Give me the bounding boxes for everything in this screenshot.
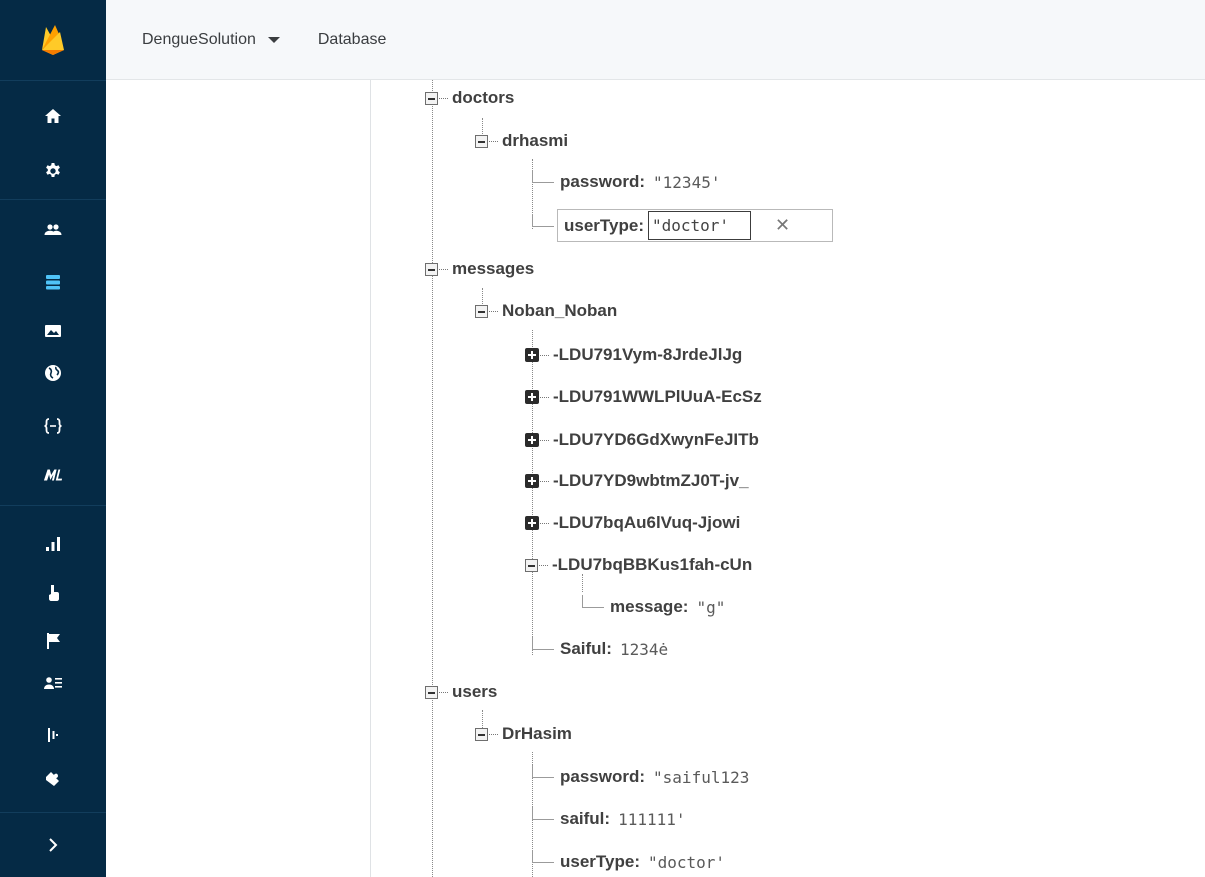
left-blank-pane [106, 80, 370, 877]
project-name: DengueSolution [142, 30, 256, 48]
close-icon[interactable]: ✕ [775, 215, 790, 236]
authentication-users-icon[interactable] [0, 213, 106, 247]
collapse-icon[interactable] [475, 727, 488, 741]
node-key: -LDU7bqBBKus1fah-cUn [552, 555, 753, 574]
section-title: Database [317, 30, 387, 48]
tree-connector [582, 594, 604, 608]
tree-leaf-message[interactable]: message: "g" [582, 594, 725, 620]
database-tree: doctors drhasmi password: "12345' userTy… [371, 80, 1205, 877]
expand-sidebar-chevron-icon[interactable] [0, 812, 106, 877]
tree-connector [532, 213, 560, 239]
node-key: -LDU791WWLPlUuA-EcSz [553, 387, 762, 406]
collapse-icon[interactable] [475, 134, 488, 148]
top-bar: DengueSolution Database [106, 0, 1205, 80]
tree-node-users[interactable]: users [425, 679, 497, 705]
tree-leaf-password[interactable]: password: "12345' [532, 169, 720, 195]
node-value: "saiful123 [653, 767, 750, 787]
tree-node-drhasim[interactable]: DrHasim [475, 721, 572, 747]
tree-connector [532, 764, 554, 778]
collapse-icon[interactable] [425, 262, 438, 276]
functions-braces-icon[interactable] [0, 409, 106, 443]
tree-connector [532, 636, 554, 650]
tree-node-message-item[interactable]: -LDU791Vym-8JrdeJlJg [525, 342, 742, 368]
node-key: -LDU791Vym-8JrdeJlJg [553, 345, 743, 364]
node-key: Saiful: [560, 639, 612, 658]
predictions-icon[interactable] [0, 576, 106, 610]
collapse-icon[interactable] [475, 304, 488, 318]
node-key: -LDU7YD6GdXwynFeJITb [553, 430, 759, 449]
tree-guide-line [582, 574, 583, 592]
node-value: "doctor' [648, 852, 726, 872]
tree-node-noban[interactable]: Noban_Noban [475, 298, 617, 324]
tree-node-message-item[interactable]: -LDU791WWLPlUuA-EcSz [525, 384, 762, 410]
expand-icon[interactable] [525, 433, 539, 447]
tree-leaf-usertype[interactable]: userType: "doctor' [532, 849, 725, 875]
home-icon[interactable] [0, 99, 106, 133]
storage-image-icon[interactable] [0, 314, 106, 348]
tree-node-message-item[interactable]: -LDU7YD6GdXwynFeJITb [525, 427, 759, 453]
collapse-icon[interactable] [425, 91, 438, 105]
tree-connector [532, 849, 554, 863]
tree-connector [532, 806, 554, 820]
tree-leaf-saiful[interactable]: Saiful: 1234ė [532, 636, 668, 662]
node-key: Noban_Noban [502, 301, 618, 320]
node-key: saiful: [560, 809, 611, 828]
tree-connector [532, 169, 554, 183]
collapse-icon[interactable] [425, 685, 438, 699]
node-key: messages [452, 259, 535, 278]
events-flag-icon[interactable] [0, 624, 106, 658]
tree-connector-line [532, 213, 554, 227]
ab-testing-icon[interactable] [0, 718, 106, 752]
hosting-globe-icon[interactable] [0, 356, 106, 390]
tree-node-drhasmi[interactable]: drhasmi [475, 128, 568, 154]
node-value: "12345' [653, 172, 721, 192]
value-edit-input[interactable] [648, 211, 751, 240]
tree-node-message-item[interactable]: -LDU7bqBBKus1fah-cUn [525, 552, 752, 578]
node-value: 111111' [618, 809, 686, 829]
ml-kit-icon[interactable] [0, 458, 106, 492]
node-key: userType: [564, 215, 644, 235]
firebase-logo-icon[interactable] [0, 0, 106, 80]
tree-leaf-saiful[interactable]: saiful: 111111' [532, 806, 686, 832]
node-key: password: [560, 767, 646, 786]
node-value: "g" [696, 597, 726, 617]
node-key: doctors [452, 88, 515, 107]
sidebar [0, 0, 106, 877]
tree-leaf-password[interactable]: password: "saiful123 [532, 764, 749, 790]
node-key: password: [560, 172, 646, 191]
node-key: DrHasim [502, 724, 572, 743]
dropdown-caret-icon [267, 36, 280, 43]
node-key: drhasmi [502, 131, 569, 150]
node-key: message: [610, 597, 689, 616]
database-icon[interactable] [0, 265, 106, 299]
node-key: userType: [560, 852, 640, 871]
node-key: -LDU7YD9wbtmZJ0T-jv_ [553, 471, 749, 490]
audiences-icon[interactable] [0, 667, 106, 701]
expand-icon[interactable] [525, 474, 539, 488]
project-selector[interactable]: DengueSolution [142, 31, 280, 49]
collapse-icon[interactable] [525, 558, 538, 572]
tree-node-message-item[interactable]: -LDU7YD9wbtmZJ0T-jv_ [525, 468, 749, 494]
node-key: users [452, 682, 498, 701]
analytics-bars-icon[interactable] [0, 527, 106, 561]
expand-icon[interactable] [525, 516, 539, 530]
edit-value-row: userType: ✕ [557, 209, 833, 242]
tree-node-message-item[interactable]: -LDU7bqAu6lVuq-Jjowi [525, 510, 740, 536]
expand-icon[interactable] [525, 390, 539, 404]
node-value: 1234ė [619, 639, 669, 659]
settings-gear-icon[interactable] [0, 154, 106, 188]
tree-node-doctors[interactable]: doctors [425, 85, 514, 111]
expand-icon[interactable] [525, 348, 539, 362]
extensions-icon[interactable] [0, 762, 106, 796]
node-key: -LDU7bqAu6lVuq-Jjowi [553, 513, 741, 532]
tree-node-messages[interactable]: messages [425, 256, 534, 282]
tree-guide-line [432, 80, 433, 877]
